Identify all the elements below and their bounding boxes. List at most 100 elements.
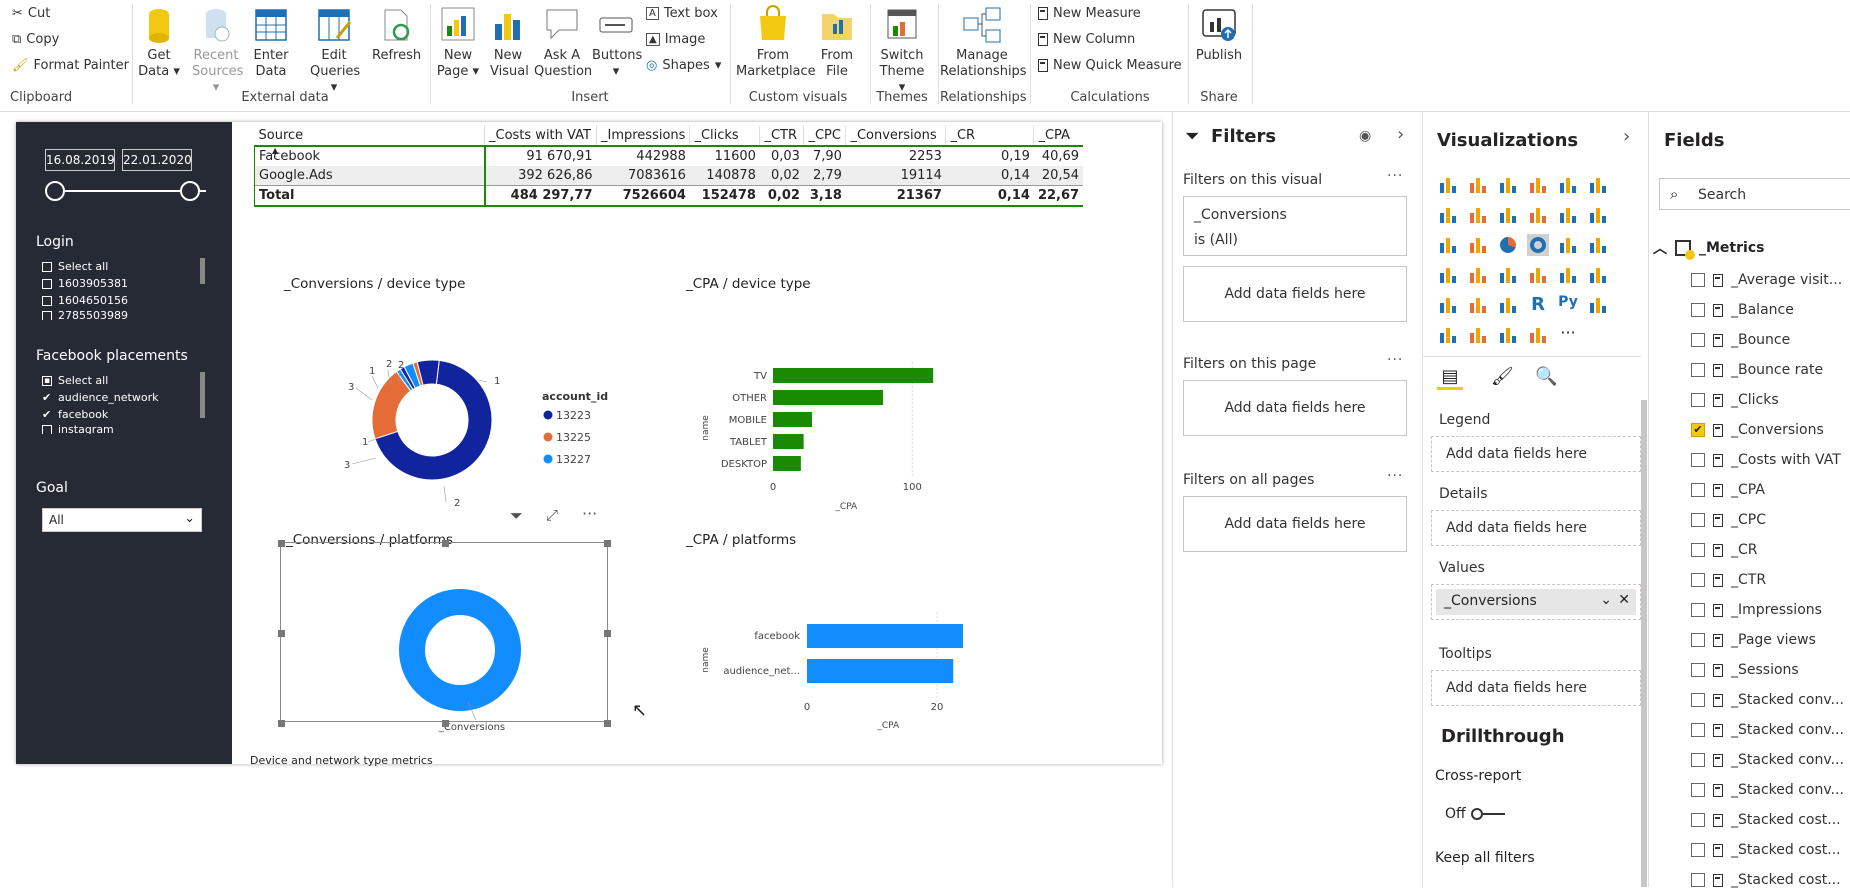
field-item[interactable]: ✔ _Conversions — [1691, 422, 1824, 438]
field-item[interactable]: _CTR — [1691, 572, 1766, 588]
multirow-card-icon[interactable] — [1557, 264, 1579, 286]
refresh-button[interactable]: Refresh — [372, 4, 421, 64]
field-item[interactable]: _Page views — [1691, 632, 1816, 648]
table-visual-icon[interactable] — [1467, 294, 1489, 316]
field-item[interactable]: _Stacked cost... — [1691, 812, 1841, 828]
new-measure-button[interactable]: New Measure — [1038, 6, 1141, 21]
tooltips-well[interactable]: Add data fields here — [1431, 670, 1641, 706]
login-item[interactable]: 1603905381 — [42, 277, 128, 290]
area-chart-icon[interactable] — [1467, 204, 1489, 226]
add-visual-filter-field[interactable]: Add data fields here — [1183, 266, 1407, 322]
slicer-icon[interactable] — [1437, 294, 1459, 316]
date-to-input[interactable]: 22.01.2020 — [122, 149, 192, 171]
add-all-pages-filter-field[interactable]: Add data fields here — [1183, 496, 1407, 552]
field-item[interactable]: _Sessions — [1691, 662, 1799, 678]
checkbox-icon[interactable] — [1691, 393, 1705, 407]
login-item[interactable]: Select all — [42, 260, 108, 273]
switch-theme-button[interactable]: Switch Theme ▾ — [876, 4, 928, 96]
line-cluster-icon[interactable] — [1557, 204, 1579, 226]
checkbox-icon[interactable] — [1691, 663, 1705, 677]
metrics-table-node[interactable]: ︿ _Metrics — [1653, 238, 1764, 260]
cross-report-toggle[interactable] — [1471, 808, 1507, 820]
details-well[interactable]: Add data fields here — [1431, 510, 1641, 546]
resize-handle[interactable] — [442, 540, 449, 547]
new-column-button[interactable]: New Column — [1038, 32, 1135, 47]
analytics-magnifier-icon[interactable]: 🔍 — [1535, 366, 1557, 387]
placements-scrollbar[interactable] — [200, 372, 205, 418]
login-scrollbar[interactable] — [200, 258, 205, 284]
checkbox-icon[interactable] — [1691, 753, 1705, 767]
login-item[interactable]: 2785503989 — [42, 311, 128, 320]
field-item[interactable]: _Bounce rate — [1691, 362, 1823, 378]
more-options-icon[interactable]: ··· — [1387, 468, 1403, 484]
key-influencers-icon[interactable] — [1587, 294, 1609, 316]
checkbox-icon[interactable] — [1691, 513, 1705, 527]
goal-dropdown[interactable]: All ⌄ — [42, 508, 202, 532]
checkbox-icon[interactable] — [1691, 693, 1705, 707]
resize-handle[interactable] — [604, 720, 611, 727]
text-box-button[interactable]: A Text box — [646, 6, 718, 21]
r-visual-icon[interactable]: R — [1527, 294, 1549, 316]
eye-icon[interactable]: ◉ — [1359, 128, 1371, 144]
clustered-bar-icon[interactable] — [1497, 174, 1519, 196]
values-well[interactable]: _Conversions ⌄ ✕ — [1431, 584, 1641, 620]
checkbox-icon[interactable] — [1691, 873, 1705, 887]
date-to-handle[interactable] — [180, 181, 200, 201]
100-column-icon[interactable] — [1587, 174, 1609, 196]
fields-search-input[interactable]: ⌕ Search — [1659, 178, 1850, 210]
treemap-icon[interactable] — [1557, 234, 1579, 256]
powerapps-icon[interactable] — [1527, 324, 1549, 346]
resize-handle[interactable] — [278, 540, 285, 547]
checkbox-icon[interactable] — [1691, 453, 1705, 467]
field-item[interactable]: _Costs with VAT — [1691, 452, 1841, 468]
checkbox-icon[interactable] — [1691, 273, 1705, 287]
field-item[interactable]: _Clicks — [1691, 392, 1779, 408]
resize-handle[interactable] — [604, 540, 611, 547]
close-icon[interactable]: ✕ — [1618, 592, 1630, 608]
stacked-area-icon[interactable] — [1497, 204, 1519, 226]
field-item[interactable]: _Stacked conv... — [1691, 692, 1844, 708]
copy-button[interactable]: ⧉ Copy — [12, 32, 59, 47]
pie-chart-icon[interactable] — [1497, 234, 1519, 256]
publish-button[interactable]: Publish — [1194, 4, 1244, 64]
buttons-button[interactable]: Buttons ▾ — [592, 4, 642, 80]
shapes-button[interactable]: ◎ Shapes ▾ — [646, 58, 721, 73]
more-options-icon[interactable]: ··· — [1387, 352, 1403, 368]
field-item[interactable]: _Stacked cost... — [1691, 872, 1841, 888]
placement-item[interactable]: ▪ Select all — [42, 374, 108, 387]
clustered-column-icon[interactable] — [1527, 174, 1549, 196]
from-marketplace-button[interactable]: From Marketplace — [736, 4, 816, 80]
map-icon[interactable] — [1587, 234, 1609, 256]
more-visuals-icon[interactable]: ··· — [1557, 324, 1579, 346]
line-column-icon[interactable] — [1527, 204, 1549, 226]
resize-handle[interactable] — [278, 720, 285, 727]
more-options-icon[interactable]: ··· — [1387, 168, 1403, 184]
new-page-button[interactable]: New Page ▾ — [436, 4, 480, 80]
manage-relationships-button[interactable]: Manage Relationships — [940, 4, 1027, 80]
qna-icon[interactable] — [1437, 324, 1459, 346]
fields-tab-icon[interactable]: ▤ — [1437, 366, 1463, 390]
get-data-button[interactable]: Get Data ▾ — [138, 4, 180, 80]
line-chart-icon[interactable] — [1437, 204, 1459, 226]
field-item[interactable]: _CPA — [1691, 482, 1765, 498]
placement-item[interactable]: ✔ facebook — [42, 408, 108, 421]
kpi-icon[interactable] — [1587, 264, 1609, 286]
ribbon-chart-icon[interactable] — [1587, 204, 1609, 226]
edit-queries-button[interactable]: Edit Queries ▾ — [310, 4, 360, 96]
format-paint-roller-icon[interactable]: 🖌 — [1491, 366, 1514, 387]
checkbox-icon[interactable] — [1691, 363, 1705, 377]
resize-handle[interactable] — [278, 630, 285, 637]
values-field-pill[interactable]: _Conversions ⌄ ✕ — [1436, 589, 1636, 615]
field-item[interactable]: _Stacked cost... — [1691, 842, 1841, 858]
format-painter-button[interactable]: 🖌 Format Painter — [12, 58, 129, 73]
checkbox-icon[interactable] — [1691, 783, 1705, 797]
legend-well[interactable]: Add data fields here — [1431, 436, 1641, 472]
arcgis-icon[interactable] — [1467, 324, 1489, 346]
stacked-column-icon[interactable] — [1467, 174, 1489, 196]
matrix-icon[interactable] — [1497, 294, 1519, 316]
add-page-filter-field[interactable]: Add data fields here — [1183, 380, 1407, 436]
ask-question-button[interactable]: Ask A Question — [534, 4, 592, 80]
enter-data-button[interactable]: Enter Data — [250, 4, 292, 80]
field-item[interactable]: _Stacked conv... — [1691, 782, 1844, 798]
placement-item[interactable]: ✔ audience_network — [42, 391, 158, 404]
